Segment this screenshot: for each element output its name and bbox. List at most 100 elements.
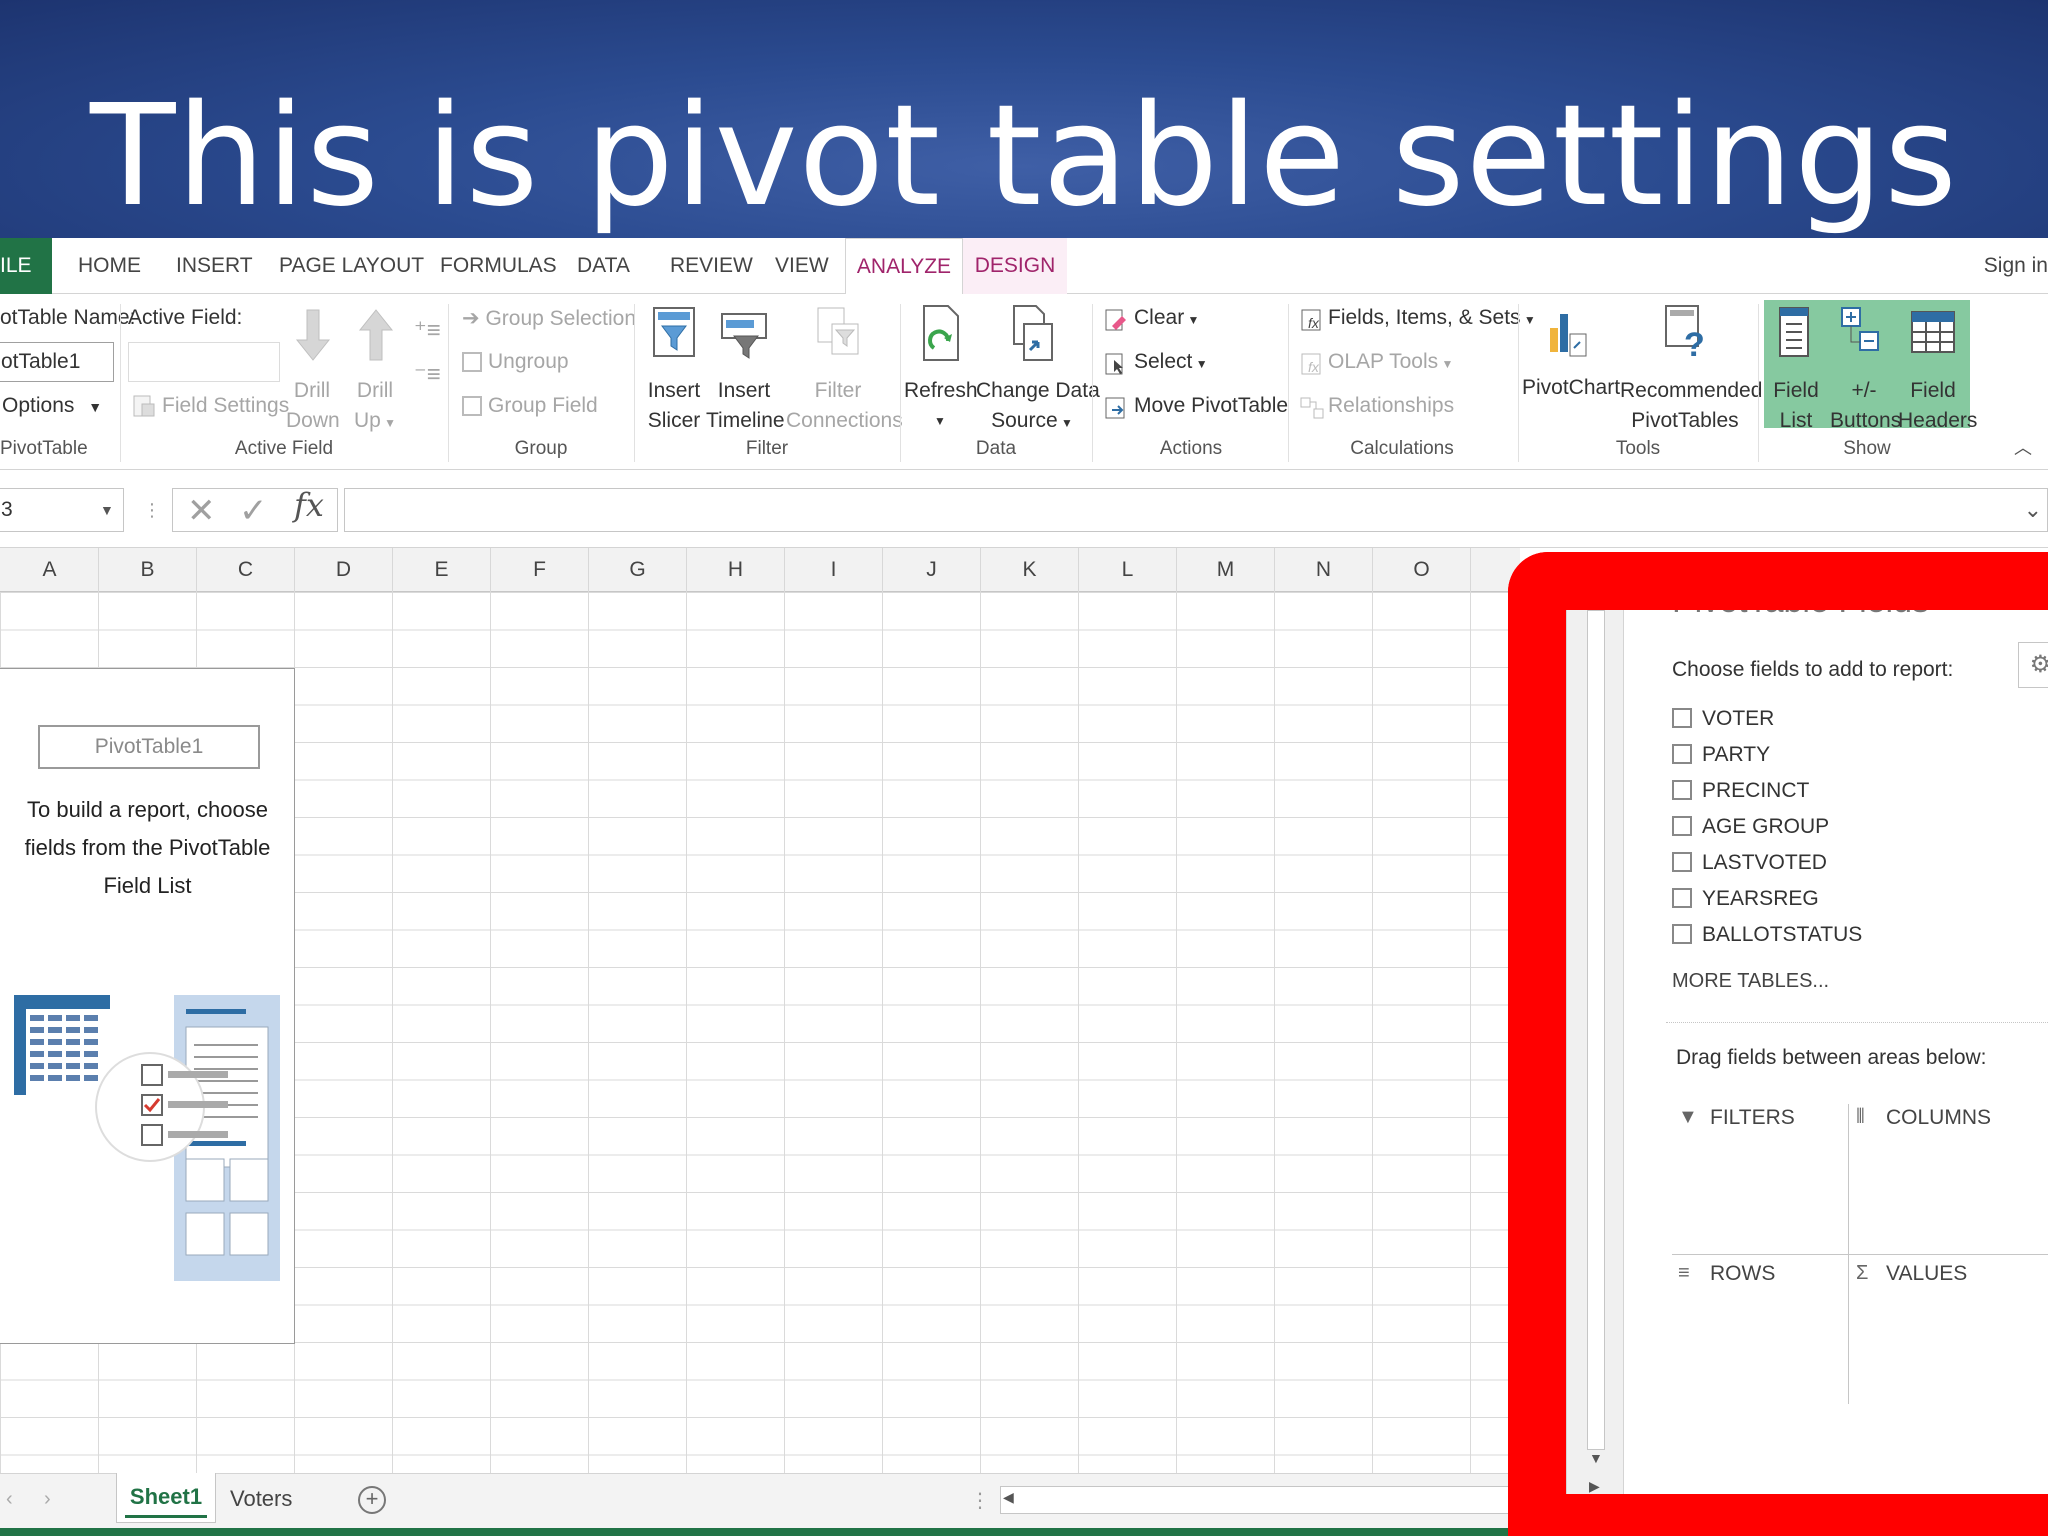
expand-field-icon[interactable]: ⁺≡ — [414, 316, 441, 345]
column-header-k[interactable]: K — [981, 548, 1079, 592]
filter-connections-button[interactable]: Filter Connections — [786, 376, 903, 436]
filter-connections-icon[interactable] — [814, 306, 862, 360]
move-pivottable-button[interactable]: Move PivotTable — [1134, 394, 1288, 418]
column-header-h[interactable]: H — [687, 548, 785, 592]
tab-analyze[interactable]: ANALYZE — [845, 238, 963, 295]
pivottable-name-input[interactable]: otTable1 — [0, 342, 114, 382]
tab-formulas[interactable]: FORMULAS — [436, 238, 561, 294]
tab-file[interactable]: ILE — [0, 238, 52, 294]
drag-handle-icon[interactable]: ⋮ — [143, 500, 161, 521]
column-header-o[interactable]: O — [1373, 548, 1471, 592]
scrollbar-track[interactable] — [1587, 610, 1605, 1450]
field-checkbox[interactable] — [1672, 852, 1692, 872]
tab-review[interactable]: REVIEW — [666, 238, 757, 294]
scroll-down-icon[interactable]: ▼ — [1589, 1450, 1603, 1466]
field-checkbox[interactable] — [1672, 780, 1692, 800]
collapse-ribbon-icon[interactable]: ︿ — [2014, 434, 2032, 460]
column-header-a[interactable]: A — [1, 548, 99, 592]
sheet-tab-voters[interactable]: Voters — [230, 1474, 292, 1524]
tab-design[interactable]: DESIGN — [963, 238, 1067, 294]
collapse-field-icon[interactable]: ⁻≡ — [414, 360, 441, 389]
pivottable-placeholder[interactable]: PivotTable1 To build a report, choose fi… — [0, 668, 295, 1344]
olap-tools-button[interactable]: OLAP Tools ▼ — [1328, 350, 1453, 374]
add-sheet-icon[interactable]: + — [358, 1486, 386, 1514]
group-field-button[interactable]: Group Field — [488, 394, 598, 418]
drill-up-icon[interactable] — [356, 306, 396, 364]
field-list-icon[interactable] — [1776, 306, 1816, 360]
sign-in-link[interactable]: Sign in — [1984, 238, 2048, 294]
refresh-button[interactable]: Refresh ▼ — [904, 376, 978, 436]
cancel-icon[interactable]: ✕ — [187, 489, 216, 533]
rows-area[interactable]: ≡ ROWS — [1678, 1262, 1838, 1292]
chevron-down-icon[interactable]: ▼ — [100, 488, 114, 532]
update-button[interactable]: UPDATE — [2002, 1516, 2048, 1536]
column-header-f[interactable]: F — [491, 548, 589, 592]
change-data-source-button[interactable]: Change Data Source ▼ — [976, 376, 1100, 438]
scroll-left-icon[interactable]: ◀ — [1003, 1489, 1014, 1506]
column-header-d[interactable]: D — [295, 548, 393, 592]
pivotchart-button[interactable]: PivotChart — [1522, 376, 1620, 400]
drill-down-icon[interactable] — [293, 306, 333, 364]
group-selection-button[interactable]: ➔ Group Selection — [462, 306, 636, 331]
insert-timeline-button[interactable]: Insert Timeline — [706, 376, 785, 436]
column-header-l[interactable]: L — [1079, 548, 1177, 592]
column-header-m[interactable]: M — [1177, 548, 1275, 592]
formula-input[interactable] — [344, 488, 2048, 532]
ungroup-button[interactable]: Ungroup — [488, 350, 569, 374]
drag-handle-icon[interactable]: ⋮ — [970, 1488, 990, 1513]
columns-area[interactable]: ⦀ COLUMNS — [1856, 1106, 2048, 1136]
field-headers-icon[interactable] — [1910, 306, 1958, 360]
insert-slicer-icon[interactable] — [650, 306, 698, 360]
column-header-n[interactable]: N — [1275, 548, 1373, 592]
drill-down-button[interactable]: Drill Down — [286, 376, 340, 436]
fields-items-sets-button[interactable]: Fields, Items, & Sets ▼ — [1328, 306, 1536, 330]
field-checkbox[interactable] — [1672, 708, 1692, 728]
more-tables-link[interactable]: MORE TABLES... — [1672, 970, 1829, 993]
filters-area[interactable]: ▼ FILTERS — [1678, 1106, 1838, 1136]
expand-formula-icon[interactable]: ⌄ — [2024, 488, 2042, 532]
scroll-sheets-left-icon[interactable]: ‹ — [6, 1488, 13, 1511]
refresh-icon[interactable] — [918, 304, 964, 364]
recommended-pivottables-button[interactable]: Recommended PivotTables — [1620, 376, 1762, 436]
tab-home[interactable]: HOME — [74, 238, 145, 294]
column-header-b[interactable]: B — [99, 548, 197, 592]
insert-slicer-button[interactable]: Insert Slicer — [640, 376, 708, 436]
insert-function-icon[interactable]: fx — [294, 486, 324, 524]
column-header-e[interactable]: E — [393, 548, 491, 592]
drill-up-button[interactable]: Drill Up ▼ — [349, 376, 401, 438]
vertical-scrollbar[interactable]: ▼ ▶ — [1566, 610, 1624, 1494]
recommended-pivottables-icon[interactable]: ? — [1664, 304, 1710, 364]
scroll-sheets-right-icon[interactable]: › — [44, 1488, 51, 1511]
active-field-input[interactable] — [128, 342, 280, 382]
change-data-source-icon[interactable] — [1010, 304, 1056, 364]
sheet-tab-sheet1[interactable]: Sheet1 — [116, 1473, 216, 1523]
scroll-right-icon[interactable]: ▶ — [1589, 1478, 1600, 1494]
tab-insert[interactable]: INSERT — [172, 238, 257, 294]
tab-data[interactable]: DATA — [573, 238, 634, 294]
column-header-g[interactable]: G — [589, 548, 687, 592]
horizontal-scrollbar[interactable]: ◀ — [1000, 1486, 1520, 1514]
pivotchart-icon[interactable] — [1546, 308, 1590, 360]
column-header-i[interactable]: I — [785, 548, 883, 592]
plus-minus-buttons-icon[interactable] — [1840, 306, 1884, 360]
values-area[interactable]: Σ VALUES — [1856, 1262, 2048, 1292]
field-checkbox[interactable] — [1672, 924, 1692, 944]
field-checkbox[interactable] — [1672, 744, 1692, 764]
field-headers-button[interactable]: Field Headers — [1898, 376, 1977, 436]
column-header-c[interactable]: C — [197, 548, 295, 592]
enter-icon[interactable]: ✓ — [239, 489, 268, 533]
tab-page-layout[interactable]: PAGE LAYOUT — [275, 238, 428, 294]
options-button[interactable]: Options ▼ — [2, 394, 102, 418]
clear-button[interactable]: Clear ▼ — [1134, 306, 1199, 330]
select-button[interactable]: Select ▼ — [1134, 350, 1208, 374]
field-checkbox[interactable] — [1672, 888, 1692, 908]
relationships-button[interactable]: Relationships — [1328, 394, 1454, 418]
pane-settings-button[interactable]: ⚙ ▼ — [2018, 642, 2048, 688]
field-list-button[interactable]: Field List — [1766, 376, 1826, 436]
column-header-j[interactable]: J — [883, 548, 981, 592]
field-settings-button[interactable]: Field Settings — [162, 394, 289, 418]
defer-checkbox[interactable] — [1672, 1528, 1692, 1536]
insert-timeline-icon[interactable] — [720, 306, 768, 360]
field-checkbox[interactable] — [1672, 816, 1692, 836]
tab-view[interactable]: VIEW — [771, 238, 833, 294]
